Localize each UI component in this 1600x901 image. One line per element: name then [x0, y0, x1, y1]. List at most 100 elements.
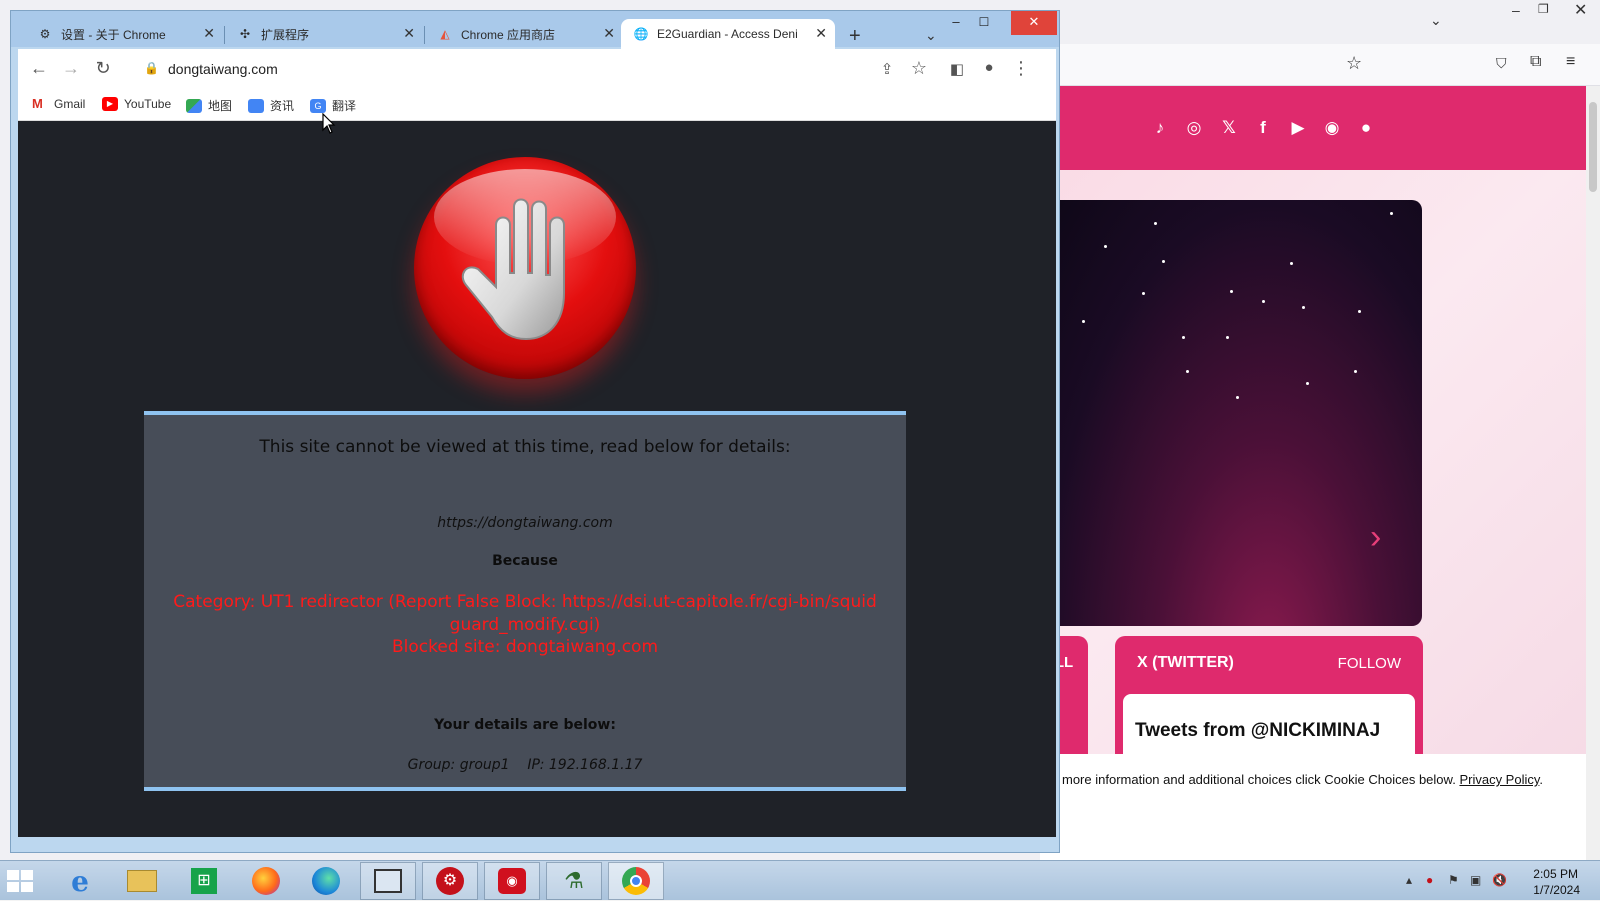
bookmark-gmail[interactable]: M Gmail	[32, 97, 86, 112]
network-icon[interactable]: ▣	[1470, 873, 1481, 887]
close-icon[interactable]: ✕	[1574, 0, 1587, 20]
details-label: Your details are below:	[434, 717, 616, 733]
youtube-icon[interactable]: ▶	[1287, 118, 1309, 138]
bookmark-maps[interactable]: 地图	[186, 97, 232, 114]
ie-icon[interactable]: e	[52, 862, 108, 900]
tab-strip: ⚙ 设置 - 关于 Chrome ✕ ✣ 扩展程序 ✕ ◭ Chrome 应用商…	[11, 11, 1059, 49]
show-hidden-icons-icon[interactable]: ▴	[1406, 873, 1412, 887]
bookmarks-bar: M Gmail ▶ YouTube 地图 资讯 G 翻译	[18, 89, 1056, 121]
x-icon[interactable]: 𝕏	[1218, 118, 1240, 138]
taskbar: e ⊞ ⚙ ◉ ⚗ ▴ ● ⚑ ▣ 🔇 2:05 PM 1/7/2024	[0, 860, 1600, 900]
scrollbar-thumb[interactable]	[1589, 102, 1597, 192]
store-icon[interactable]: ⊞	[176, 862, 232, 900]
clock-time[interactable]: 2:05 PM	[1533, 867, 1578, 881]
remote-desktop-icon[interactable]	[360, 862, 416, 900]
address-bar[interactable]: dongtaiwang.com	[168, 61, 278, 77]
window-close-button[interactable]: ✕	[1011, 11, 1057, 35]
group-value: Group: group1	[407, 757, 510, 773]
menu-icon[interactable]: ≡	[1566, 53, 1575, 71]
minimize-icon[interactable]: –	[1512, 2, 1520, 18]
background-titlebar: ⌄ – ❐ ✕	[1040, 0, 1600, 44]
tab-list-chevron-icon[interactable]: ⌄	[1430, 12, 1442, 29]
bookmark-youtube[interactable]: ▶ YouTube	[102, 97, 171, 111]
tab-search-chevron-icon[interactable]: ⌄	[925, 27, 937, 44]
maximize-button[interactable]: ☐	[969, 11, 999, 35]
file-explorer-icon[interactable]	[114, 862, 170, 900]
follow-link[interactable]: FOLLOW	[1338, 655, 1401, 672]
tab-extensions[interactable]: ✣ 扩展程序 ✕	[211, 19, 423, 49]
cookie-text: more information and additional choices …	[1062, 772, 1456, 787]
privacy-policy-link[interactable]: Privacy Policy	[1459, 772, 1539, 787]
star-icon[interactable]: ☆	[1346, 53, 1362, 74]
stop-hand-icon	[414, 157, 636, 379]
bookmark-news[interactable]: 资讯	[248, 97, 294, 114]
flag-icon[interactable]: ⚑	[1448, 873, 1459, 887]
restore-icon[interactable]: ❐	[1538, 2, 1549, 16]
forward-arrow-icon[interactable]: →	[60, 58, 82, 79]
tool-icon[interactable]: ⚗	[546, 862, 602, 900]
background-scrollbar[interactable]	[1586, 86, 1600, 860]
bookmark-label: YouTube	[124, 97, 172, 111]
edge-icon[interactable]	[298, 862, 354, 900]
back-arrow-icon[interactable]: ←	[28, 58, 50, 79]
facebook-icon[interactable]: f	[1252, 118, 1274, 138]
youtube-icon: ▶	[102, 97, 118, 111]
block-heading: This site cannot be viewed at this time,…	[259, 437, 791, 457]
mouse-cursor-icon	[322, 113, 336, 134]
bookmark-label: 资讯	[270, 99, 295, 113]
instagram-icon[interactable]: ◎	[1183, 118, 1205, 138]
new-tab-button[interactable]: +	[849, 25, 861, 48]
reload-icon[interactable]: ↻	[92, 58, 114, 79]
webstore-icon: ◭	[440, 27, 450, 41]
tab-title: 设置 - 关于 Chrome	[61, 27, 166, 42]
spotify-icon[interactable]: ◉	[1321, 118, 1343, 138]
close-tab-icon[interactable]: ✕	[603, 25, 615, 42]
tab-title: E2Guardian - Access Deni	[657, 27, 798, 41]
background-toolbar: ☆ ⛉ ⧉ ≡	[1040, 44, 1600, 86]
cookie-text-line: more information and additional choices …	[1062, 772, 1543, 787]
security-tray-icon[interactable]: ●	[1426, 873, 1433, 887]
side-panel-icon[interactable]: ◧	[946, 60, 968, 78]
profile-avatar-icon[interactable]: ●	[978, 59, 1000, 76]
start-icon[interactable]	[6, 869, 34, 898]
tab-webstore[interactable]: ◭ Chrome 应用商店 ✕	[411, 19, 623, 49]
share-icon[interactable]: ⇪	[876, 60, 898, 78]
block-message-box: This site cannot be viewed at this time,…	[144, 411, 906, 791]
tweets-heading: Tweets from @NICKIMINAJ	[1135, 720, 1381, 741]
volume-muted-icon[interactable]: 🔇	[1492, 873, 1507, 887]
tab-e2guardian[interactable]: 🌐 E2Guardian - Access Deni ✕	[621, 19, 835, 49]
tweets-panel: Tweets from @NICKIMINAJ	[1123, 694, 1415, 754]
pocket-icon[interactable]: ⛉	[1496, 55, 1507, 72]
blocked-site: Blocked site: dongtaiwang.com	[391, 637, 659, 657]
chrome-icon[interactable]	[608, 862, 664, 900]
close-tab-icon[interactable]: ✕	[815, 25, 827, 42]
gear-icon: ⚙	[39, 27, 51, 41]
block-category-line2: guard_modify.cgi)	[449, 615, 601, 635]
background-website: ♪ ◎ 𝕏 f ▶ ◉ ● › X (TWITTER) FOLLOW Tweet…	[1040, 86, 1586, 754]
carousel-next-arrow-icon[interactable]: ›	[1370, 518, 1381, 557]
block-category: Category: UT1 redirector (Report False B…	[144, 591, 906, 637]
cookie-banner: more information and additional choices …	[1040, 754, 1586, 860]
app-red-icon[interactable]: ⚙	[422, 862, 478, 900]
puzzle-icon: ✣	[239, 27, 251, 41]
recorder-icon[interactable]: ◉	[484, 862, 540, 900]
tiktok-icon[interactable]: ♪	[1149, 118, 1171, 138]
chrome-menu-icon[interactable]: ⋮	[1010, 58, 1032, 79]
minimize-button[interactable]: –	[941, 11, 971, 35]
twitter-card-title: X (TWITTER)	[1137, 654, 1234, 671]
clock-date[interactable]: 1/7/2024	[1533, 883, 1580, 897]
apple-icon[interactable]: ●	[1355, 118, 1377, 138]
bookmark-label: Gmail	[54, 97, 86, 111]
social-bar: ♪ ◎ 𝕏 f ▶ ◉ ●	[1040, 86, 1586, 170]
tab-title: 扩展程序	[261, 27, 310, 42]
because-label: Because	[492, 553, 558, 569]
bookmark-label: 地图	[208, 99, 233, 113]
tab-settings[interactable]: ⚙ 设置 - 关于 Chrome ✕	[11, 19, 223, 49]
chrome-window: ⚙ 设置 - 关于 Chrome ✕ ✣ 扩展程序 ✕ ◭ Chrome 应用商…	[10, 10, 1060, 853]
lock-icon[interactable]: 🔒	[144, 61, 159, 75]
bookmark-star-icon[interactable]: ☆	[908, 58, 930, 79]
extensions-icon[interactable]: ⧉	[1530, 53, 1541, 71]
ip-value: IP: 192.168.1.17	[527, 757, 643, 773]
bookmark-translate[interactable]: G 翻译	[310, 97, 356, 114]
firefox-icon[interactable]	[238, 862, 294, 900]
